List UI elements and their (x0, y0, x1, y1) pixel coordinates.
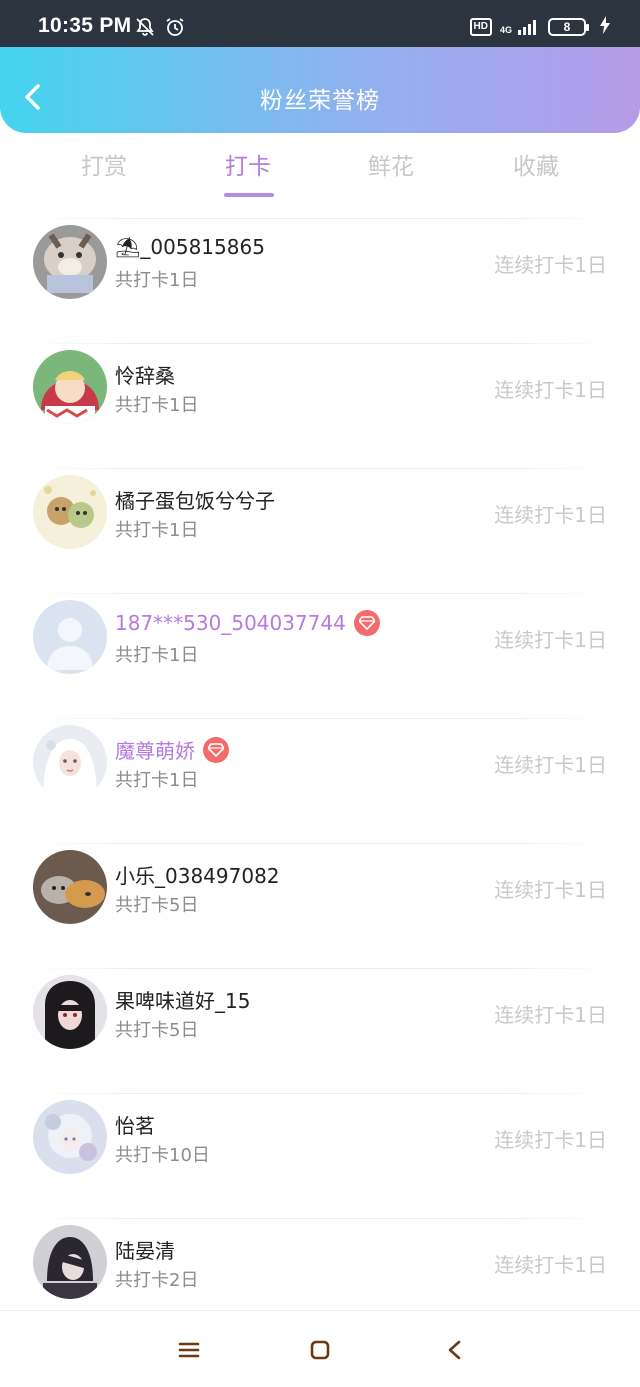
tab-favorites[interactable]: 收藏 (486, 145, 586, 189)
list-item[interactable]: 果啤味道好_15 共打卡5日 连续打卡1日 (0, 961, 640, 1086)
divider (30, 1093, 610, 1094)
bell-off-icon (135, 17, 155, 41)
streak-checkin: 连续打卡1日 (494, 753, 607, 777)
diamond-icon (353, 610, 380, 636)
battery-icon: 8 (548, 18, 589, 36)
streak-checkin: 连续打卡1日 (494, 1128, 607, 1152)
fan-name: 怜辞桑 (115, 364, 175, 388)
divider (30, 968, 610, 969)
home-button[interactable] (307, 1337, 333, 1363)
list-item[interactable]: 魔尊萌娇 共打卡1日 连续打卡1日 (0, 711, 640, 836)
fan-name: ⛱_005815865 (115, 235, 265, 259)
list-item[interactable]: 怡茗 共打卡10日 连续打卡1日 (0, 1086, 640, 1211)
system-nav-bar (0, 1310, 640, 1387)
total-checkin: 共打卡1日 (115, 770, 199, 791)
avatar[interactable] (33, 475, 107, 549)
page-title: 粉丝荣誉榜 (260, 88, 380, 114)
fan-name: 187***530_504037744 (115, 611, 346, 635)
diamond-icon (203, 736, 229, 763)
total-checkin: 共打卡1日 (115, 520, 199, 541)
list-item[interactable]: ⛱_005815865 共打卡1日 连续打卡1日 (0, 211, 640, 336)
avatar[interactable] (33, 1100, 107, 1174)
total-checkin: 共打卡5日 (115, 895, 199, 916)
avatar[interactable] (33, 725, 107, 799)
divider (30, 1218, 610, 1219)
fan-name: 果啤味道好_15 (115, 989, 251, 1013)
fan-list: ⛱_005815865 共打卡1日 连续打卡1日 怜辞桑 共打卡1日 连续打卡1… (0, 211, 640, 1336)
streak-checkin: 连续打卡1日 (494, 503, 607, 527)
streak-checkin: 连续打卡1日 (494, 1253, 607, 1277)
divider (30, 593, 610, 594)
divider (30, 218, 610, 219)
back-nav-button[interactable] (442, 1337, 468, 1363)
list-item[interactable]: 187***530_504037744 共打卡1日 连续打卡1日 (0, 586, 640, 711)
total-checkin: 共打卡10日 (115, 1145, 210, 1166)
fan-name: 小乐_038497082 (115, 864, 280, 888)
streak-checkin: 连续打卡1日 (494, 878, 607, 902)
divider (30, 718, 610, 719)
avatar[interactable] (33, 600, 107, 674)
total-checkin: 共打卡2日 (115, 1270, 199, 1291)
signal-icon: 4G (500, 19, 540, 35)
default-avatar-icon (33, 600, 107, 674)
list-item[interactable]: 怜辞桑 共打卡1日 连续打卡1日 (0, 336, 640, 461)
avatar[interactable] (33, 975, 107, 1049)
menu-button[interactable] (176, 1337, 202, 1363)
divider (30, 843, 610, 844)
streak-checkin: 连续打卡1日 (494, 628, 607, 652)
menu-icon (178, 1342, 200, 1358)
fan-name: 橘子蛋包饭兮兮子 (115, 489, 275, 513)
total-checkin: 共打卡1日 (115, 645, 199, 666)
status-bar: 10:35 PM HD 4G 8 (0, 0, 640, 47)
total-checkin: 共打卡1日 (115, 270, 199, 291)
total-checkin: 共打卡5日 (115, 1020, 199, 1041)
back-triangle-icon (448, 1340, 461, 1360)
tab-bar: 打赏 打卡 鲜花 收藏 (0, 145, 640, 205)
tab-checkin[interactable]: 打卡 (198, 145, 298, 189)
divider (30, 343, 610, 344)
avatar[interactable] (33, 1225, 107, 1299)
charging-icon (600, 16, 610, 38)
streak-checkin: 连续打卡1日 (494, 378, 607, 402)
fan-name: 陆晏清 (115, 1239, 175, 1263)
active-tab-indicator (224, 193, 274, 197)
divider (30, 468, 610, 469)
network-type: 4G (499, 25, 512, 35)
streak-checkin: 连续打卡1日 (494, 253, 607, 277)
streak-checkin: 连续打卡1日 (494, 1003, 607, 1027)
fan-name: 怡茗 (115, 1114, 155, 1138)
list-item[interactable]: 小乐_038497082 共打卡5日 连续打卡1日 (0, 836, 640, 961)
total-checkin: 共打卡1日 (115, 395, 199, 416)
home-square-icon (310, 1340, 330, 1360)
hd-icon: HD (469, 18, 492, 36)
avatar[interactable] (33, 225, 107, 299)
fan-name: 魔尊萌娇 (115, 739, 195, 763)
header: 10:35 PM HD 4G 8 粉丝荣誉榜 (0, 0, 640, 133)
fan-honor-board-screen: 10:35 PM HD 4G 8 粉丝荣誉榜 打赏 打卡 鲜花 收藏 ⛱_005… (0, 0, 640, 1387)
avatar[interactable] (33, 350, 107, 424)
tab-tip[interactable]: 打赏 (54, 145, 154, 189)
alarm-icon (165, 17, 185, 41)
avatar[interactable] (33, 850, 107, 924)
list-item[interactable]: 橘子蛋包饭兮兮子 共打卡1日 连续打卡1日 (0, 461, 640, 586)
status-time: 10:35 PM (38, 14, 132, 37)
tab-flowers[interactable]: 鲜花 (341, 145, 441, 189)
